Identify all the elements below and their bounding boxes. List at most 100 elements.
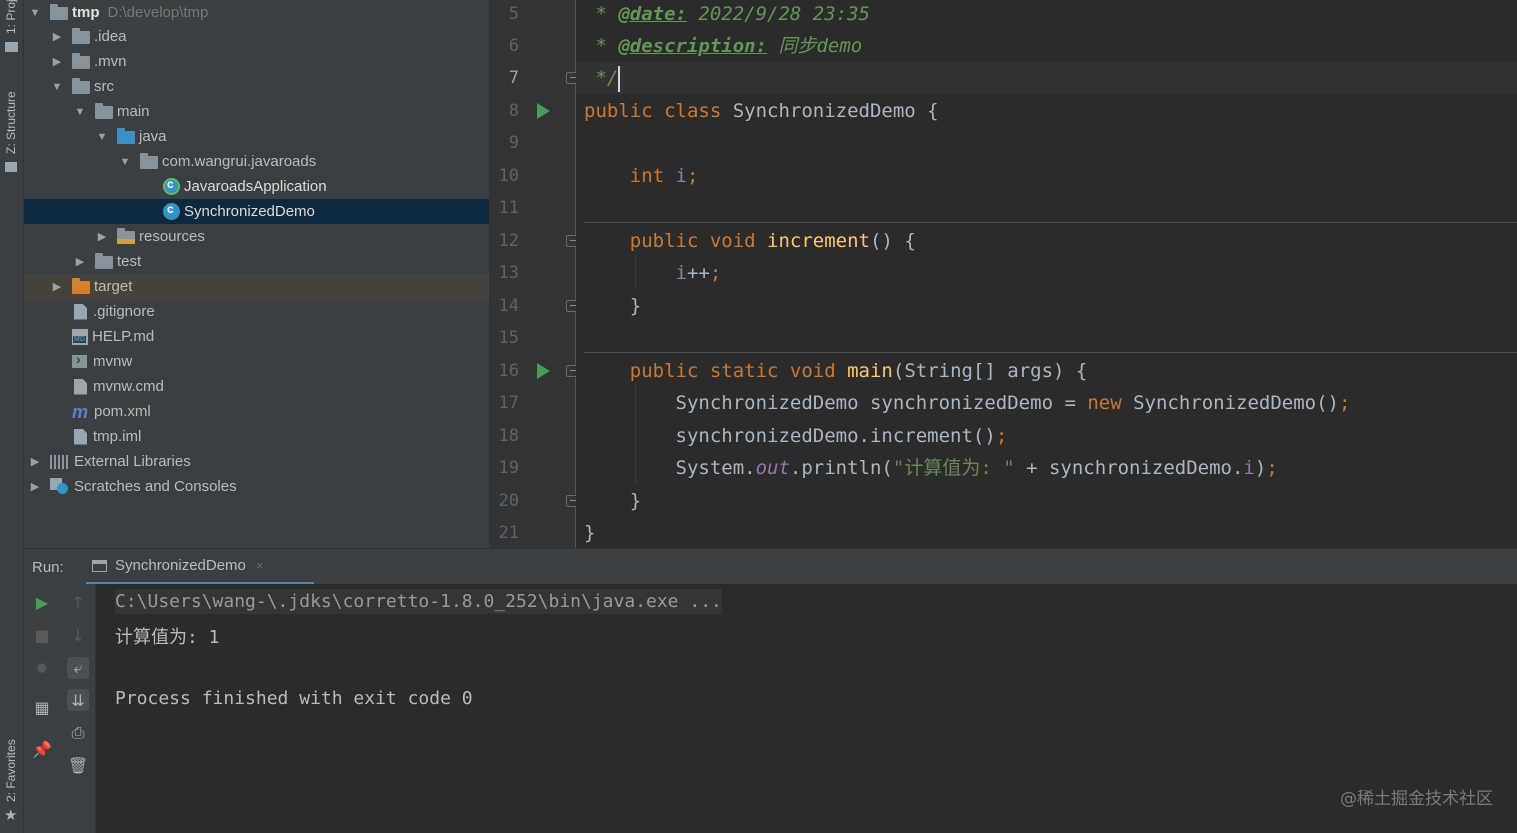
code-line-10: int i; <box>584 160 699 192</box>
class-icon <box>163 202 180 220</box>
run-console[interactable]: C:\Users\wang-\.jdks\corretto-1.8.0_252\… <box>96 584 1517 833</box>
semicolon: ; <box>995 425 1008 447</box>
field-name: i <box>675 165 687 187</box>
tree-node-mvnw-cmd[interactable]: mvnw.cmd <box>24 374 489 399</box>
folder-icon <box>72 78 90 94</box>
run-class-icon[interactable] <box>537 103 550 119</box>
text-caret <box>618 65 621 92</box>
code-editor[interactable]: * @date: 2022/9/28 23:35 * @description:… <box>576 0 1517 548</box>
run-panel-header: Run: SynchronizedDemo × <box>24 548 1517 585</box>
tree-node-scratches[interactable]: ▶ Scratches and Consoles <box>24 474 489 499</box>
tree-node-mvn[interactable]: ▶ .mvn <box>24 49 489 74</box>
run-label: Run: <box>32 559 64 576</box>
code-text: + synchronizedDemo. <box>1014 457 1244 479</box>
tree-node-resources[interactable]: ▶ resources <box>24 224 489 249</box>
tree-node-label: mvnw <box>93 353 133 370</box>
code-line-14: } <box>584 290 641 322</box>
tree-node-label: test <box>117 253 142 270</box>
tree-node-pom-xml[interactable]: m pom.xml <box>24 399 489 424</box>
tree-node-package[interactable]: ▼ com.wangrui.javaroads <box>24 149 489 174</box>
comment-text: * <box>584 3 619 25</box>
expand-arrow-icon[interactable]: ▼ <box>50 80 64 94</box>
rerun-icon[interactable]: ▶ <box>31 591 53 613</box>
folder-icon <box>95 253 113 269</box>
folder-icon <box>95 103 113 119</box>
watermark-text: @稀土掘金技术社区 <box>1340 789 1493 809</box>
collapse-arrow-icon[interactable]: ▶ <box>73 255 87 269</box>
code-text: () { <box>870 230 916 252</box>
tree-node-test[interactable]: ▶ test <box>24 249 489 274</box>
favorites-tool-tab[interactable]: 2: Favorites ★ <box>0 730 24 830</box>
expand-arrow-icon[interactable]: ▼ <box>73 105 87 119</box>
console-exit-line: Process finished with exit code 0 <box>115 688 473 709</box>
debug-icon[interactable]: ✹ <box>31 657 53 679</box>
tree-node-gitignore[interactable]: .gitignore <box>24 299 489 324</box>
tree-node-src[interactable]: ▼ src <box>24 74 489 99</box>
run-toolbar-primary: ▶ ■ ✹ ▦ 📌 <box>24 584 61 833</box>
comment-text: * <box>584 35 619 57</box>
tree-node-mvnw[interactable]: mvnw <box>24 349 489 374</box>
pin-icon[interactable]: 📌 <box>31 738 53 760</box>
string-literal: "计算值为: " <box>892 457 1015 479</box>
trash-icon[interactable]: 🗑 <box>67 754 89 776</box>
expand-arrow-icon[interactable]: ▼ <box>28 6 42 20</box>
tree-node-label: .idea <box>94 28 127 45</box>
tree-node-label: .gitignore <box>93 303 155 320</box>
line-number: 14 <box>498 296 519 316</box>
javadoc-tag: @description: <box>618 35 768 57</box>
run-tab-label: SynchronizedDemo <box>115 557 246 574</box>
tree-node-idea[interactable]: ▶ .idea <box>24 24 489 49</box>
tree-node-help-md[interactable]: HELP.md <box>24 324 489 349</box>
text-file-icon <box>74 378 87 395</box>
collapse-arrow-icon[interactable]: ▶ <box>28 455 42 469</box>
close-tab-icon[interactable]: × <box>256 558 264 573</box>
module-file-icon <box>74 428 87 445</box>
structure-tool-tab[interactable]: Z: Structure <box>0 78 24 178</box>
print-icon[interactable]: ⎙ <box>67 722 89 744</box>
scratches-icon <box>50 478 70 495</box>
static-field: out <box>755 457 790 479</box>
layout-icon[interactable]: ▦ <box>31 696 53 718</box>
folder-icon <box>72 28 90 44</box>
project-tool-tab[interactable]: 1: Project <box>0 0 24 60</box>
tree-node-synchronizeddemo[interactable]: SynchronizedDemo <box>24 199 489 224</box>
comment-text: */ <box>584 67 619 89</box>
run-tab-synchronizeddemo[interactable]: SynchronizedDemo × <box>86 549 314 585</box>
tree-node-target[interactable]: ▶ target <box>24 274 489 299</box>
expand-arrow-icon[interactable]: ▼ <box>95 130 109 144</box>
soft-wrap-icon[interactable]: ⤶ <box>67 657 89 679</box>
collapse-arrow-icon[interactable]: ▶ <box>28 480 42 494</box>
code-line-6: * @description: 同步demo <box>584 30 862 62</box>
code-line-18: synchronizedDemo.increment(); <box>584 420 1008 452</box>
tree-node-label: tmp.iml <box>93 428 142 445</box>
tree-node-label: java <box>139 128 167 145</box>
line-number: 12 <box>498 231 519 251</box>
gitignore-file-icon <box>74 303 87 320</box>
scroll-up-icon[interactable]: ↑ <box>67 591 89 613</box>
scroll-to-end-icon[interactable]: ⇊ <box>67 689 89 711</box>
resources-folder-icon <box>117 228 135 244</box>
expand-arrow-icon[interactable]: ▼ <box>118 155 132 169</box>
line-number: 13 <box>498 263 519 283</box>
console-command-line[interactable]: C:\Users\wang-\.jdks\corretto-1.8.0_252\… <box>115 589 722 614</box>
tree-node-javaroadsapplication[interactable]: JavaroadsApplication <box>24 174 489 199</box>
semicolon: ; <box>686 165 699 187</box>
project-tool-label: 1: Project <box>4 0 18 34</box>
scroll-down-icon[interactable]: ↓ <box>67 624 89 646</box>
code-text: SynchronizedDemo synchronizedDemo = <box>675 392 1088 414</box>
tree-node-main[interactable]: ▼ main <box>24 99 489 124</box>
field-name: i <box>675 262 687 284</box>
tree-node-tmp[interactable]: ▼ tmp D:\develop\tmp <box>24 0 489 25</box>
stop-icon[interactable]: ■ <box>31 624 53 646</box>
collapse-arrow-icon[interactable]: ▶ <box>50 280 64 294</box>
collapse-arrow-icon[interactable]: ▶ <box>50 55 64 69</box>
tree-node-external-libraries[interactable]: ▶ External Libraries <box>24 449 489 474</box>
tree-node-java[interactable]: ▼ java <box>24 124 489 149</box>
code-text: ) <box>1254 457 1267 479</box>
tree-node-label: JavaroadsApplication <box>184 178 327 195</box>
collapse-arrow-icon[interactable]: ▶ <box>95 230 109 244</box>
code-line-20: } <box>584 485 641 517</box>
run-main-icon[interactable] <box>537 363 550 379</box>
tree-node-tmp-iml[interactable]: tmp.iml <box>24 424 489 449</box>
collapse-arrow-icon[interactable]: ▶ <box>50 30 64 44</box>
